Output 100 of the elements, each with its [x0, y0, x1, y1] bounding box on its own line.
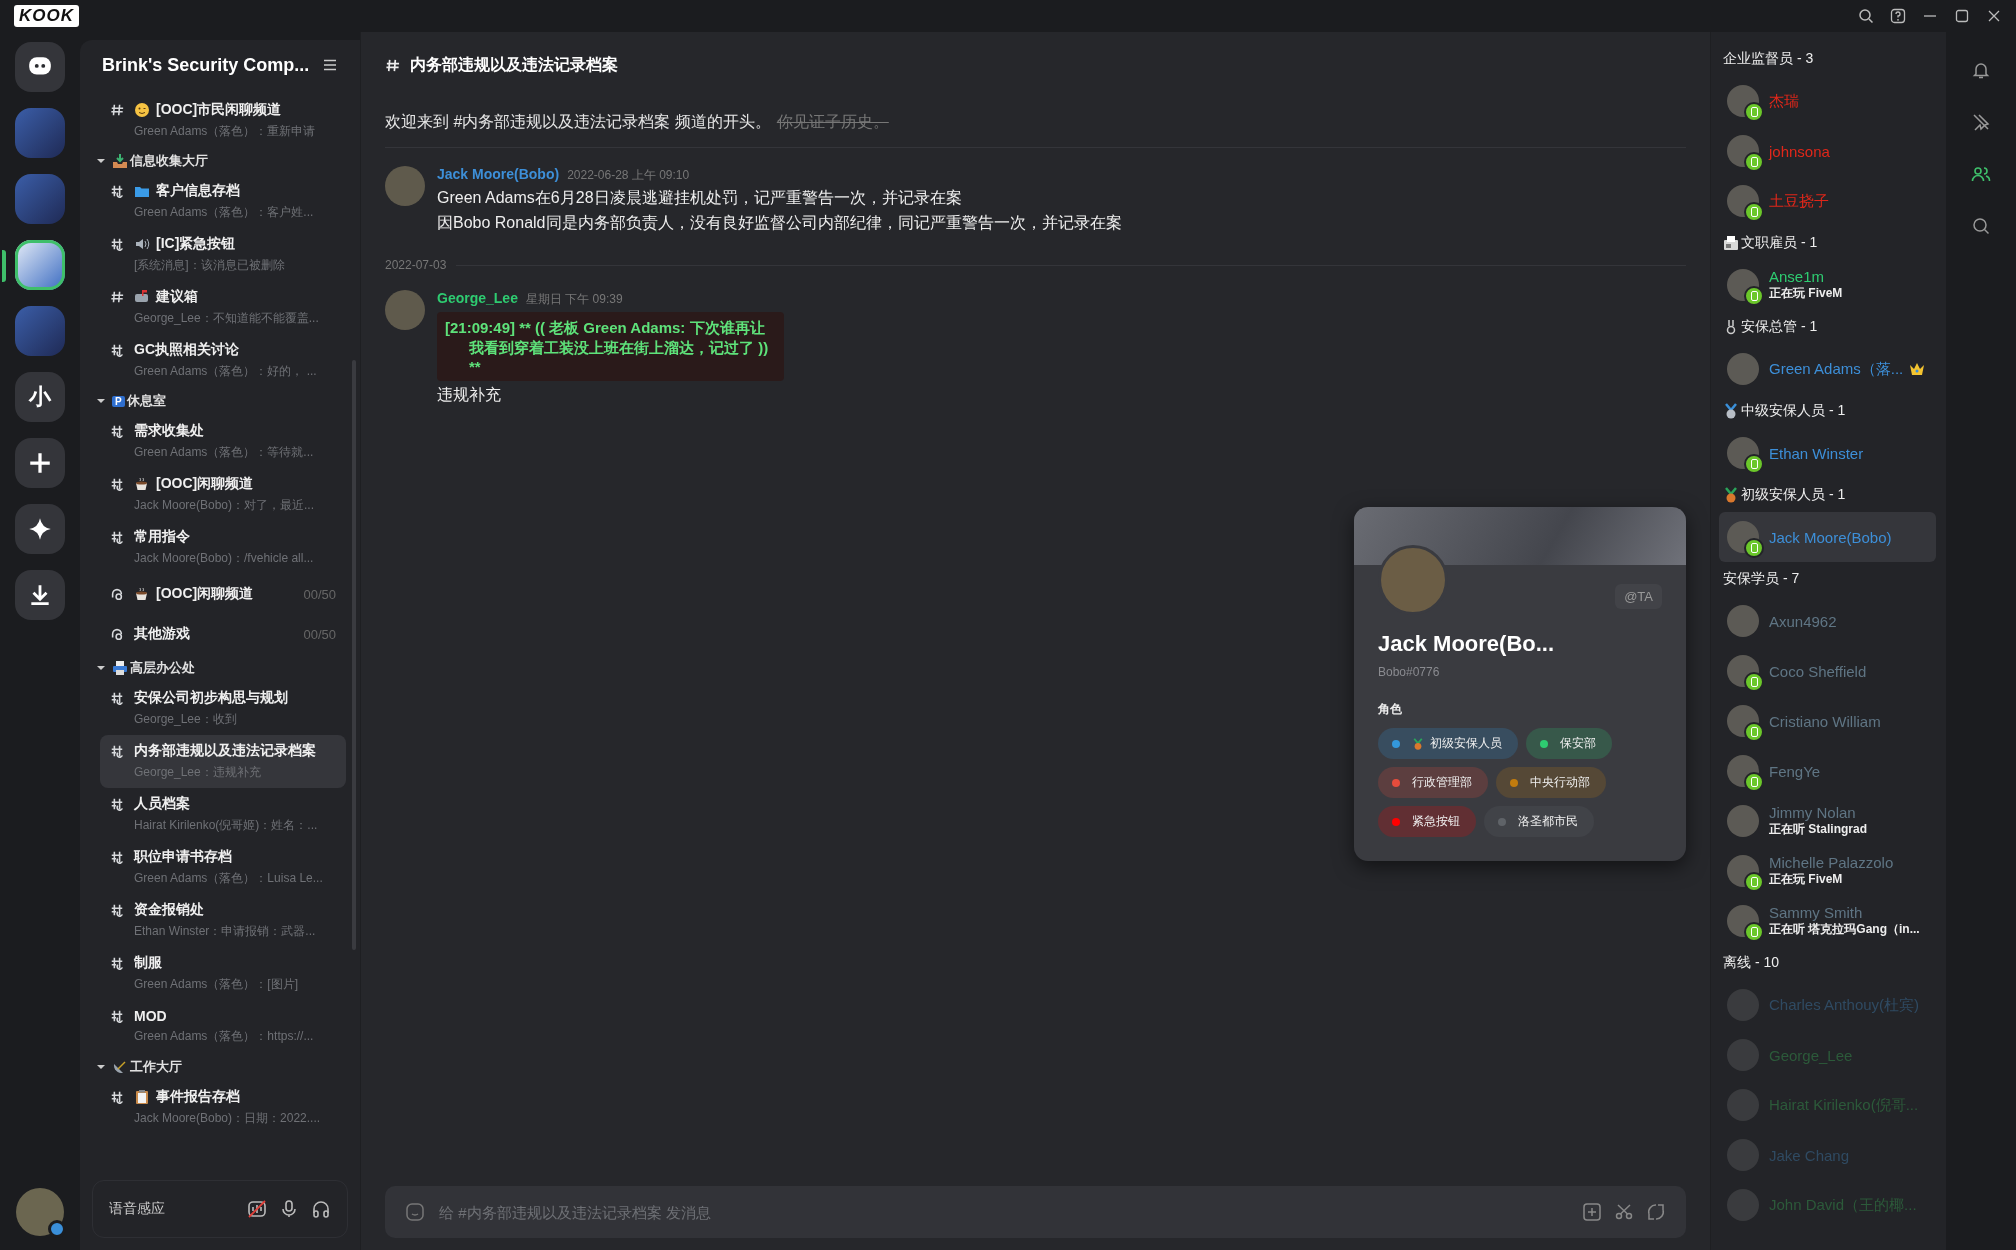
medal-icon: [1723, 403, 1739, 419]
member-item[interactable]: Michelle Palazzolo 正在玩 FiveM: [1719, 846, 1936, 896]
member-name: Ethan Winster: [1769, 444, 1864, 462]
search-icon[interactable]: [1858, 8, 1874, 24]
channel-item[interactable]: 制服 Green Adams（落色）：[图片]: [100, 947, 346, 1000]
hashtag-slash-icon: [110, 184, 124, 198]
member-item[interactable]: Jimmy Nolan 正在听 Stalingrad: [1719, 796, 1936, 846]
channel-item[interactable]: 常用指令 Jack Moore(Bobo)：/fvehicle all...: [100, 521, 346, 574]
members-icon[interactable]: [1971, 164, 1991, 184]
satellite-dish-icon: [112, 1059, 128, 1075]
add-server-button[interactable]: [15, 438, 65, 488]
last-message-preview: [系统消息]：该消息已被删除: [134, 257, 286, 274]
date-divider: 2022-07-03: [385, 258, 447, 272]
category-header[interactable]: 信息收集大厅: [96, 147, 346, 175]
headphones-icon[interactable]: [311, 1199, 331, 1219]
channel-item[interactable]: [IC]紧急按钮 [系统消息]：该消息已被删除: [100, 228, 346, 281]
hashtag-icon: [385, 57, 400, 73]
category-header[interactable]: 高层办公处: [96, 654, 346, 682]
message-input[interactable]: 给 #内务部违规以及违法记录档案 发消息: [385, 1186, 1686, 1238]
member-avatar: [1727, 353, 1759, 385]
channel-item[interactable]: GC执照相关讨论 Green Adams（落色）：好的， ...: [100, 334, 346, 387]
profile-name: Jack Moore(Bo...: [1378, 631, 1556, 657]
channel-item[interactable]: 客户信息存档 Green Adams（落色）：客户姓...: [100, 175, 346, 228]
hashtag-slash-icon: [110, 956, 124, 970]
author-name[interactable]: Jack Moore(Bobo): [437, 166, 560, 182]
menu-icon[interactable]: [322, 57, 338, 73]
discover-button[interactable]: [15, 504, 65, 554]
channel-item[interactable]: 职位申请书存档 Green Adams（落色）：Luisa Le...: [100, 841, 346, 894]
member-item[interactable]: Anse1m 正在玩 FiveM: [1719, 260, 1936, 310]
member-name: johnsona: [1769, 142, 1830, 160]
member-group-title: 文职雇员 - 1: [1741, 234, 1818, 252]
channel-item[interactable]: 安保公司初步构思与规划 George_Lee：收到: [100, 682, 346, 735]
member-avatar: [1727, 1189, 1759, 1221]
help-icon[interactable]: [1890, 8, 1906, 24]
category-header[interactable]: 工作大厅: [96, 1053, 346, 1081]
last-message-preview: George_Lee：不知道能不能覆盖...: [134, 310, 320, 327]
expand-icon[interactable]: [1646, 1202, 1666, 1222]
add-icon[interactable]: [1582, 1202, 1602, 1222]
direct-messages-button[interactable]: [15, 42, 65, 92]
member-item[interactable]: Sammy Smith 正在听 塔克拉玛Gang（in...: [1719, 896, 1936, 946]
bell-icon[interactable]: [1971, 60, 1991, 80]
server-icon[interactable]: [15, 240, 65, 290]
hashtag-slash-icon: [110, 797, 124, 811]
channel-item[interactable]: MOD Green Adams（落色）：https://...: [100, 1000, 346, 1053]
last-message-preview: Green Adams（落色）：客户姓...: [134, 204, 315, 221]
server-button[interactable]: 小: [15, 372, 65, 422]
screenshot-attachment[interactable]: [21:09:49] ** (( 老板 Green Adams: 下次谁再让 我看到穿着工装没上班在街上溜达，记过了 )) **: [437, 312, 785, 381]
hashtag-slash-icon: [110, 237, 124, 251]
emoji-icon[interactable]: [405, 1202, 425, 1222]
last-message-preview: Green Adams（落色）：[图片]: [134, 976, 300, 993]
last-message-preview: Green Adams（落色）：等待就...: [134, 444, 315, 461]
hashtag-slash-icon: [110, 744, 124, 758]
maximize-icon[interactable]: [1954, 8, 1970, 24]
member-item[interactable]: Jack Moore(Bobo): [1719, 512, 1936, 562]
channel-name: [IC]紧急按钮: [156, 235, 236, 253]
microphone-icon[interactable]: [279, 1199, 299, 1219]
last-message-preview: George_Lee：收到: [134, 711, 238, 728]
member-group-title: 初级安保人员 - 1: [1741, 486, 1846, 504]
member-item[interactable]: Green Adams（落...: [1719, 344, 1936, 394]
mention-button[interactable]: @TA: [1615, 584, 1662, 609]
channel-name: 客户信息存档: [156, 182, 240, 200]
message-text: 违规补充: [437, 384, 502, 405]
channel-item[interactable]: 事件报告存档 Jack Moore(Bobo)：日期：2022....: [100, 1081, 346, 1134]
category-header[interactable]: P 休息室: [96, 387, 346, 415]
member-item[interactable]: Ethan Winster: [1719, 428, 1936, 478]
hashtag-icon: [110, 103, 124, 117]
speaker-icon: [134, 236, 150, 252]
scissors-icon[interactable]: [1614, 1202, 1634, 1222]
member-group-title: 离线 - 10: [1723, 954, 1779, 972]
channel-name: 职位申请书存档: [134, 848, 232, 866]
last-message-preview: Hairat Kirilenko(倪哥姬)：姓名：...: [134, 817, 319, 834]
channel-item[interactable]: 人员档案 Hairat Kirilenko(倪哥姬)：姓名：...: [100, 788, 346, 841]
last-message-preview: Green Adams（落色）：https://...: [134, 1028, 315, 1045]
channel-item[interactable]: 建议箱 George_Lee：不知道能不能覆盖...: [100, 281, 346, 334]
message-field[interactable]: 给 #内务部违规以及违法记录档案 发消息: [437, 1202, 1570, 1222]
channel-name: GC执照相关讨论: [134, 341, 239, 359]
channel-name: 建议箱: [156, 288, 198, 306]
hashtag-slash-icon: [110, 343, 124, 357]
author-name[interactable]: George_Lee: [437, 290, 518, 306]
hashtag-slash-icon: [110, 691, 124, 705]
voice-activation-label[interactable]: 语音感应: [109, 1200, 165, 1218]
voice-channel-item[interactable]: 其他游戏 00/50: [100, 614, 346, 654]
download-button[interactable]: [15, 570, 65, 620]
channel-item[interactable]: [OOC]闲聊频道 Jack Moore(Bobo)：对了，最近...: [100, 468, 346, 521]
category-badge: P: [112, 395, 125, 407]
member-activity: 正在听 塔克拉玛Gang（in...: [1769, 921, 1920, 938]
role-name: 保安部: [1560, 735, 1596, 752]
channel-item[interactable]: [OOC]市民闲聊频道 Green Adams（落色）：重新申请: [100, 94, 346, 147]
channel-item[interactable]: 资金报销处 Ethan Winster：申请报销：武器...: [100, 894, 346, 947]
server-name[interactable]: Brink's Security Comp...: [102, 54, 310, 76]
search-icon[interactable]: [1971, 216, 1991, 236]
voice-channel-icon: [110, 627, 124, 641]
member-group-title: 中级安保人员 - 1: [1741, 402, 1846, 420]
channel-name: 人员档案: [134, 795, 190, 813]
close-icon[interactable]: [1986, 8, 2002, 24]
voice-channel-icon: [110, 587, 124, 601]
channel-item[interactable]: 需求收集处 Green Adams（落色）：等待就...: [100, 415, 346, 468]
user-avatar[interactable]: [16, 1188, 64, 1236]
noise-off-icon[interactable]: [247, 1199, 267, 1219]
voice-channel-item[interactable]: [OOC]闲聊频道 00/50: [100, 574, 346, 614]
